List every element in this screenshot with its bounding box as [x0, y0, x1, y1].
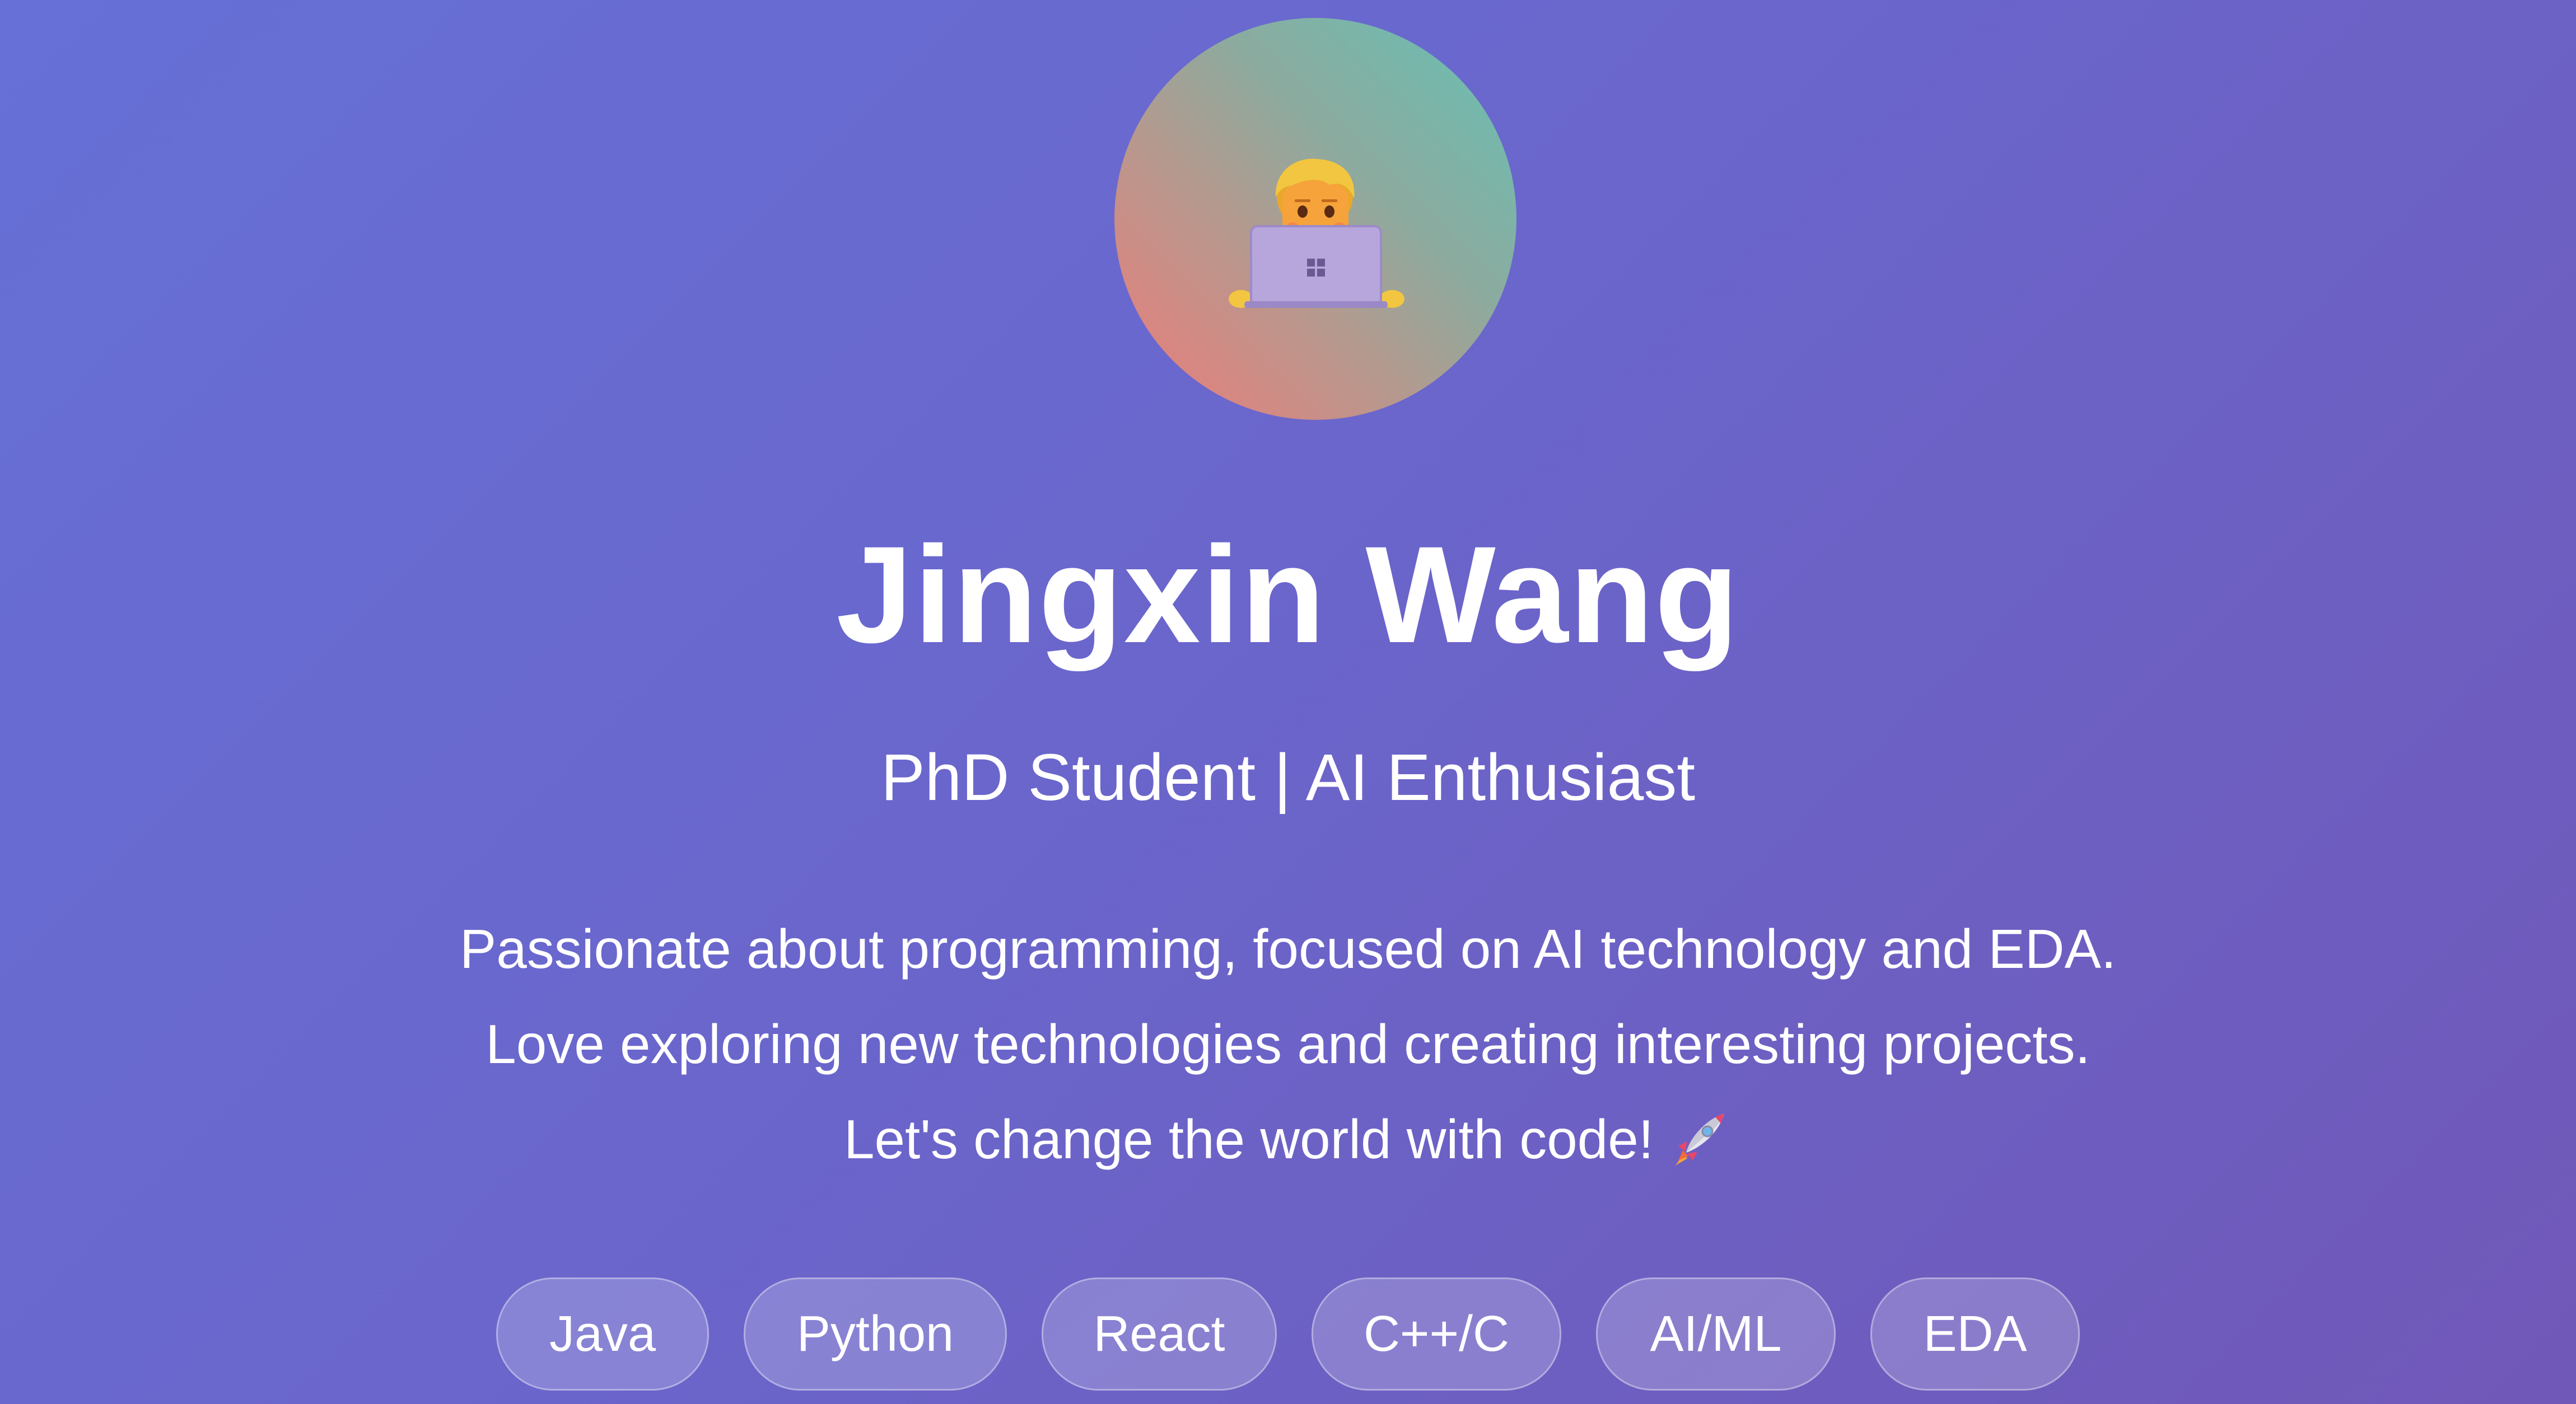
profile-page: Jingxin Wang PhD Student | AI Enthusiast… [0, 0, 2576, 1404]
page-title: Jingxin Wang [836, 518, 1740, 672]
skill-tag-cpp[interactable]: C++/C [1312, 1277, 1561, 1391]
technologist-emoji-icon [1229, 158, 1404, 308]
bio-line: Love exploring new technologies and crea… [486, 1013, 2090, 1075]
bio-line: Let's change the world with code! [843, 1108, 1654, 1170]
skill-tag-react[interactable]: React [1042, 1277, 1277, 1391]
bio-line: Passionate about programming, focused on… [459, 918, 2117, 980]
avatar [1114, 18, 1516, 420]
profile-subtitle: PhD Student | AI Enthusiast [880, 741, 1696, 815]
bio-line-with-icon: Let's change the world with code! [0, 1092, 2576, 1187]
rocket-icon [1675, 1113, 1725, 1166]
skill-tag-python[interactable]: Python [744, 1277, 1007, 1391]
skill-tag-java[interactable]: Java [496, 1277, 709, 1391]
skill-tag-eda[interactable]: EDA [1870, 1277, 2080, 1391]
profile-bio: Passionate about programming, focused on… [0, 901, 2576, 1187]
skill-tag-aiml[interactable]: AI/ML [1596, 1277, 1836, 1391]
skill-tags: Java Python React C++/C AI/ML EDA [0, 1277, 2576, 1393]
